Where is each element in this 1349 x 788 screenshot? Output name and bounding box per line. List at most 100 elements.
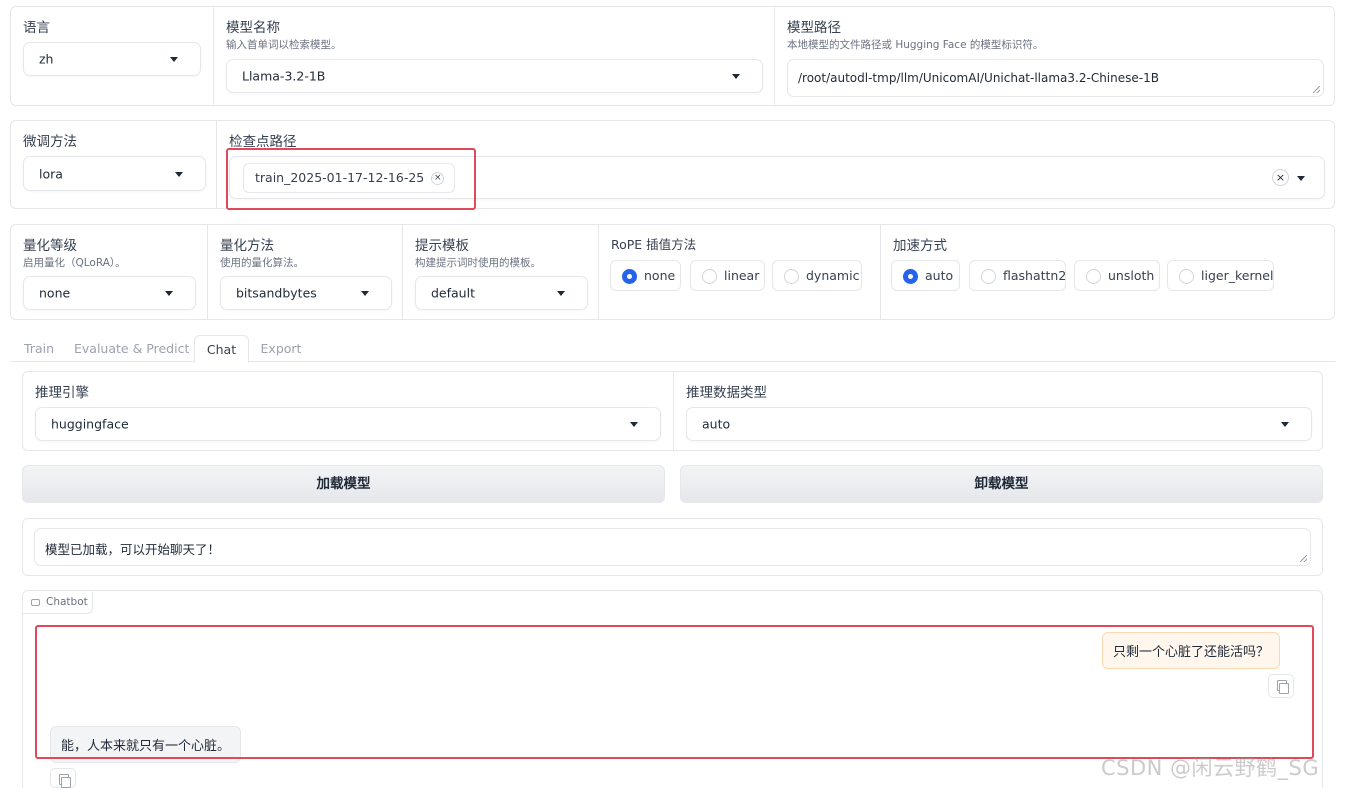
radio-unchecked-icon [784, 269, 799, 284]
checkpoint-label: 检查点路径 [229, 134, 297, 150]
adapter-settings-panel: 微调方法 lora 检查点路径 train_2025-01-17-12-16-2… [10, 120, 1335, 209]
model-path-input[interactable]: /root/autodl-tmp/llm/UnicomAI/Unichat-ll… [787, 59, 1324, 97]
tab-chat[interactable]: Chat [194, 335, 249, 363]
model-path-info: 本地模型的文件路径或 Hugging Face 的模型标识符。 [787, 39, 1044, 51]
rope-option-none[interactable]: none [610, 260, 681, 291]
rope-option-dynamic[interactable]: dynamic [772, 260, 862, 291]
chatbot-label: Chatbot [46, 596, 88, 608]
model-path-value: /root/autodl-tmp/llm/UnicomAI/Unichat-ll… [798, 71, 1159, 85]
tab-export[interactable]: Export [255, 335, 307, 362]
language-cell: 语言 zh [11, 7, 213, 105]
infer-dtype-label: 推理数据类型 [686, 385, 767, 401]
model-path-cell: 模型路径 本地模型的文件路径或 Hugging Face 的模型标识符。 /ro… [774, 7, 1336, 105]
info-box-panel: 模型已加载，可以开始聊天了！ [22, 518, 1323, 576]
radio-unchecked-icon [981, 269, 996, 284]
template-label: 提示模板 [415, 238, 469, 254]
quant-method-dropdown[interactable]: bitsandbytes [220, 276, 392, 310]
finetune-cell: 微调方法 lora [11, 121, 216, 208]
chevron-down-icon [175, 171, 183, 177]
infer-dtype-value: auto [702, 416, 731, 432]
model-name-cell: 模型名称 输入首单词以检索模型。 Llama-3.2-1B [213, 7, 774, 105]
radio-unchecked-icon [1179, 269, 1194, 284]
model-name-value: Llama-3.2-1B [242, 68, 326, 84]
template-cell: 提示模板 构建提示词时使用的模板。 default [402, 225, 598, 319]
main-tabs: Train Evaluate & Predict Chat Export [10, 335, 1335, 363]
load-model-button[interactable]: 加载模型 [22, 465, 665, 503]
watermark: CSDN @闲云野鹤_SG [1101, 756, 1320, 780]
inference-settings-panel: 推理引擎 huggingface 推理数据类型 auto [22, 371, 1323, 451]
booster-option-label: liger_kernel [1201, 268, 1274, 283]
chevron-down-icon [1281, 422, 1289, 427]
radio-checked-icon [622, 269, 637, 284]
top-settings-panel: 语言 zh 模型名称 输入首单词以检索模型。 Llama-3.2-1B 模型路径… [10, 6, 1335, 106]
booster-option-liger-kernel[interactable]: liger_kernel [1167, 260, 1274, 291]
quant-bit-dropdown[interactable]: none [23, 276, 196, 310]
quant-bit-info: 启用量化（QLoRA）。 [23, 257, 126, 269]
chevron-down-icon [361, 291, 369, 296]
infer-dtype-cell: 推理数据类型 auto [673, 372, 1324, 450]
checkpoint-highlight [226, 148, 476, 210]
infer-backend-dropdown[interactable]: huggingface [35, 407, 661, 441]
quant-method-cell: 量化方法 使用的量化算法。 bitsandbytes [207, 225, 402, 319]
unload-model-button[interactable]: 卸载模型 [680, 465, 1323, 503]
chevron-down-icon [557, 291, 565, 296]
quant-method-value: bitsandbytes [236, 285, 317, 301]
info-box-text: 模型已加载，可以开始聊天了！ [45, 542, 221, 557]
rope-label: RoPE 插值方法 [611, 237, 697, 252]
finetune-value: lora [39, 166, 63, 181]
infer-backend-value: huggingface [51, 416, 129, 432]
advanced-settings-panel: 量化等级 启用量化（QLoRA）。 none 量化方法 使用的量化算法。 bit… [10, 224, 1335, 320]
chat-highlight [35, 625, 1314, 759]
finetune-label: 微调方法 [23, 134, 77, 150]
booster-label: 加速方式 [893, 238, 947, 254]
template-dropdown[interactable]: default [415, 276, 588, 310]
info-box[interactable]: 模型已加载，可以开始聊天了！ [34, 528, 1311, 566]
copy-icon[interactable] [50, 768, 76, 788]
quant-method-info: 使用的量化算法。 [220, 257, 304, 269]
quant-bit-label: 量化等级 [23, 238, 77, 254]
language-value: zh [39, 51, 54, 67]
booster-cell: 加速方式 auto flashattn2 unsloth liger_kerne… [880, 225, 1336, 319]
quant-bit-cell: 量化等级 启用量化（QLoRA）。 none [11, 225, 207, 319]
quant-bit-value: none [39, 285, 71, 301]
template-value: default [431, 285, 475, 301]
chevron-down-icon [170, 57, 178, 62]
booster-option-auto[interactable]: auto [891, 260, 960, 291]
rope-option-label: none [644, 268, 676, 283]
rope-cell: RoPE 插值方法 none linear dynamic [598, 225, 880, 319]
rope-option-label: linear [724, 268, 760, 283]
finetune-dropdown[interactable]: lora [23, 156, 206, 191]
radio-unchecked-icon [1086, 269, 1101, 284]
radio-unchecked-icon [702, 269, 717, 284]
infer-dtype-dropdown[interactable]: auto [686, 407, 1312, 441]
chevron-down-icon [1297, 175, 1305, 181]
radio-checked-icon [903, 269, 918, 284]
chevron-down-icon [732, 74, 740, 79]
chevron-down-icon [630, 422, 638, 427]
model-name-info: 输入首单词以检索模型。 [226, 39, 342, 51]
tab-train[interactable]: Train [14, 335, 64, 362]
chevron-down-icon [165, 291, 173, 296]
chatbot-label-tag: Chatbot [23, 591, 93, 614]
template-info: 构建提示词时使用的模板。 [415, 257, 541, 269]
language-label: 语言 [23, 20, 50, 36]
infer-backend-cell: 推理引擎 huggingface [23, 372, 673, 450]
rope-option-linear[interactable]: linear [690, 260, 765, 291]
chat-bubble-icon [31, 598, 40, 606]
model-name-label: 模型名称 [226, 20, 280, 36]
booster-option-label: auto [925, 268, 954, 283]
booster-option-unsloth[interactable]: unsloth [1074, 260, 1160, 291]
resize-handle-icon[interactable] [1300, 555, 1307, 562]
language-dropdown[interactable]: zh [23, 42, 201, 76]
model-name-dropdown[interactable]: Llama-3.2-1B [226, 59, 763, 93]
infer-backend-label: 推理引擎 [35, 385, 89, 401]
clear-icon[interactable]: × [1272, 169, 1289, 186]
quant-method-label: 量化方法 [220, 238, 274, 254]
resize-handle-icon[interactable] [1313, 86, 1320, 93]
tab-evaluate-predict[interactable]: Evaluate & Predict [74, 335, 189, 362]
rope-option-label: dynamic [806, 268, 860, 283]
booster-option-label: unsloth [1108, 268, 1155, 283]
booster-option-label: flashattn2 [1003, 268, 1067, 283]
model-path-label: 模型路径 [787, 20, 841, 36]
booster-option-flashattn2[interactable]: flashattn2 [969, 260, 1066, 291]
